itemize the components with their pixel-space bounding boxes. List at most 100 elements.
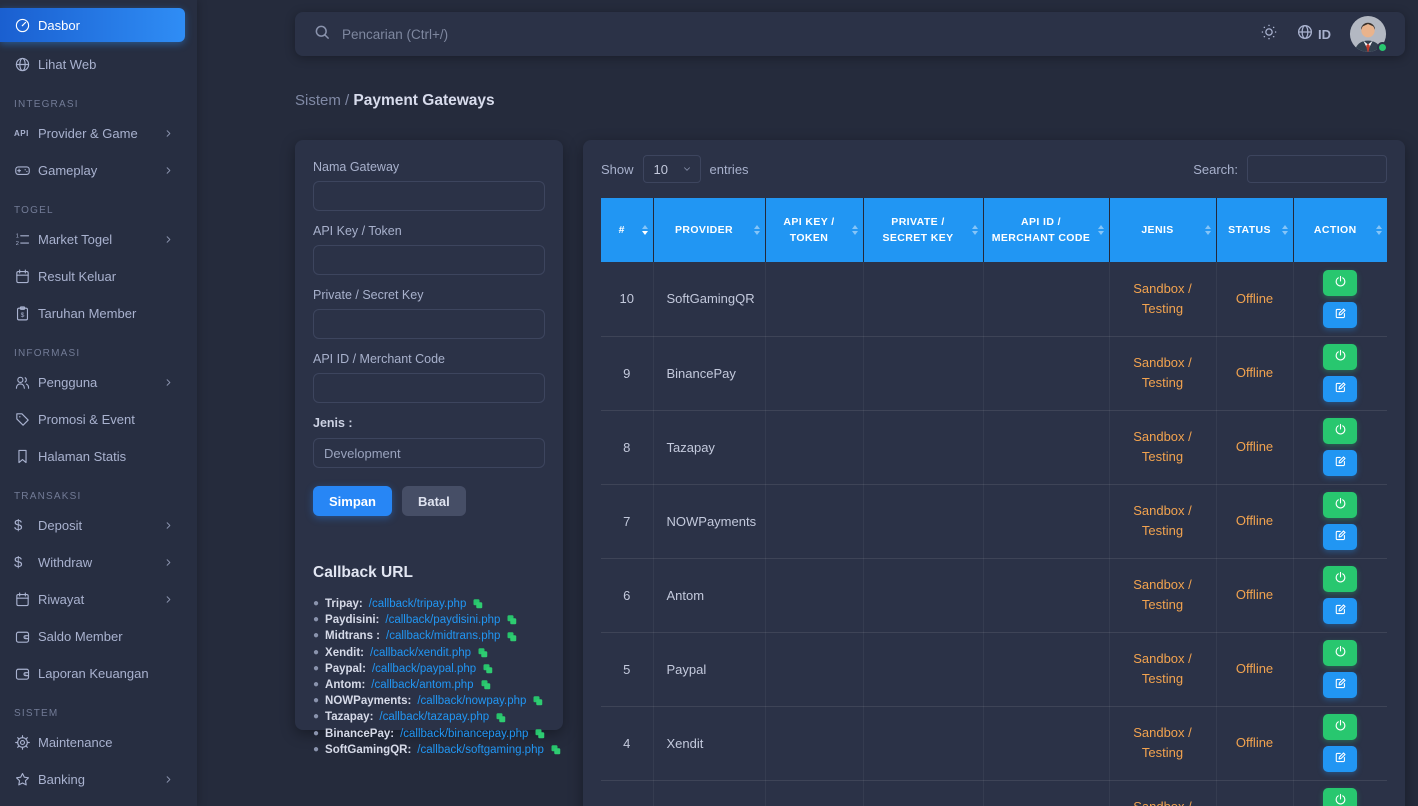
sidebar-item-pengguna[interactable]: Pengguna [0,367,185,397]
provider-cell: SoftGamingQR [653,262,765,336]
copy-icon[interactable] [532,695,544,707]
edit-button[interactable] [1323,746,1357,772]
save-button[interactable]: Simpan [313,486,392,516]
sidebar-item-promosi-event[interactable]: Promosi & Event [0,404,185,434]
column-header-action[interactable]: ACTION [1293,198,1387,262]
edit-icon [1334,381,1347,397]
callback-url-link[interactable]: /callback/tripay.php [369,596,467,612]
copy-icon[interactable] [534,728,546,740]
sidebar-item-banking[interactable]: Banking [0,764,185,794]
power-toggle-button[interactable] [1323,492,1357,518]
sidebar-item-deposit[interactable]: $ Deposit [0,510,185,540]
api-icon: API [14,129,38,138]
edit-button[interactable] [1323,450,1357,476]
callback-url-link[interactable]: /callback/paypal.php [372,661,476,677]
copy-icon[interactable] [482,663,494,675]
jenis-select[interactable]: Development [313,438,545,468]
callback-provider-name: Midtrans : [325,628,380,644]
column-header-provider[interactable]: PROVIDER [653,198,765,262]
row-number-cell: 7 [601,484,653,558]
power-toggle-button[interactable] [1323,640,1357,666]
edit-button[interactable] [1323,302,1357,328]
jenis-label: Jenis : [313,416,545,430]
field-input[interactable] [313,181,545,211]
sidebar-item-withdraw[interactable]: $ Withdraw [0,547,185,577]
gateways-table-card: Show 10 entries Search: # PROVIDER [583,140,1405,806]
sort-carets-icon [972,225,978,235]
column-header-private-secret-key[interactable]: PRIVATE / SECRET KEY [863,198,983,262]
edit-button[interactable] [1323,376,1357,402]
sidebar-item-label: Deposit [38,518,163,533]
provider-cell: Midtrans [653,780,765,806]
sidebar-item-dasbor[interactable]: Dasbor [0,8,185,42]
page-size-select[interactable]: 10 [643,155,701,183]
chevron-right-icon [163,234,175,245]
callback-url-link[interactable]: /callback/antom.php [371,677,473,693]
sidebar-item-saldo-member[interactable]: Saldo Member [0,621,185,651]
breadcrumb-parent[interactable]: Sistem [295,92,341,109]
sidebar-item-provider-game[interactable]: API Provider & Game [0,118,185,148]
copy-icon[interactable] [495,712,507,724]
sidebar-item-maintenance[interactable]: Maintenance [0,727,185,757]
copy-icon[interactable] [506,614,518,626]
sidebar-item-gameplay[interactable]: Gameplay [0,155,185,185]
edit-button[interactable] [1323,598,1357,624]
sidebar-item-result-keluar[interactable]: Result Keluar [0,261,185,291]
callback-url-link[interactable]: /callback/binancepay.php [400,726,528,742]
copy-icon[interactable] [472,598,484,610]
edit-button[interactable] [1323,672,1357,698]
field-input[interactable] [313,309,545,339]
theme-toggle-button[interactable] [1260,23,1278,46]
power-toggle-button[interactable] [1323,344,1357,370]
sidebar-item-taruhan-member[interactable]: $ Taruhan Member [0,298,185,328]
online-status-dot [1377,42,1388,53]
status-cell: Offline [1216,484,1293,558]
field-input[interactable] [313,373,545,403]
action-cell [1293,484,1387,558]
sidebar-item-market-togel[interactable]: 12 Market Togel [0,224,185,254]
callback-url-link[interactable]: /callback/tazapay.php [379,709,489,725]
global-search[interactable]: Pencarian (Ctrl+/) [313,23,1260,46]
copy-icon[interactable] [550,744,562,756]
sidebar-section-label: TOGEL [0,205,197,217]
callback-url-link[interactable]: /callback/paydisini.php [385,612,500,628]
callback-provider-name: Tripay: [325,596,363,612]
api-key-cell [765,706,863,780]
power-toggle-button[interactable] [1323,418,1357,444]
column-header-#[interactable]: # [601,198,653,262]
power-toggle-button[interactable] [1323,566,1357,592]
callback-item: ● SoftGamingQR: /callback/softgaming.php [313,742,545,758]
column-header-api-key-token[interactable]: API KEY / TOKEN [765,198,863,262]
copy-icon[interactable] [477,647,489,659]
callback-url-link[interactable]: /callback/softgaming.php [417,742,544,758]
sidebar-item-halaman-statis[interactable]: Halaman Statis [0,441,185,471]
column-header-status[interactable]: STATUS [1216,198,1293,262]
sidebar-item-riwayat[interactable]: Riwayat [0,584,185,614]
power-toggle-button[interactable] [1323,788,1357,806]
sidebar-item-laporan-keuangan[interactable]: Laporan Keuangan [0,658,185,688]
cancel-button[interactable]: Batal [402,486,466,516]
copy-icon[interactable] [506,631,518,643]
column-header-api-id-merchant-code[interactable]: API ID / MERCHANT CODE [983,198,1109,262]
wallet-icon [14,665,38,682]
sidebar-item-lihat-web[interactable]: Lihat Web [0,49,185,79]
bullet: ● [313,596,319,612]
table-search-input[interactable] [1247,155,1387,183]
callback-url-link[interactable]: /callback/nowpay.php [417,693,526,709]
action-cell [1293,780,1387,806]
globe-icon [14,56,38,73]
callback-url-link[interactable]: /callback/xendit.php [370,645,471,661]
power-toggle-button[interactable] [1323,714,1357,740]
payment-gateways-page: Dasbor Lihat Web INTEGRASI API Provider … [0,0,1418,806]
jenis-cell: Sandbox / Testing [1109,262,1216,336]
field-input[interactable] [313,245,545,275]
column-header-jenis[interactable]: JENIS [1109,198,1216,262]
copy-icon[interactable] [480,679,492,691]
language-switcher[interactable]: ID [1296,23,1331,46]
callback-url-link[interactable]: /callback/midtrans.php [386,628,500,644]
chevron-right-icon [163,520,175,531]
user-avatar[interactable] [1349,15,1387,53]
power-toggle-button[interactable] [1323,270,1357,296]
edit-button[interactable] [1323,524,1357,550]
gateway-form-card: Nama Gateway API Key / Token Private / S… [295,140,563,730]
